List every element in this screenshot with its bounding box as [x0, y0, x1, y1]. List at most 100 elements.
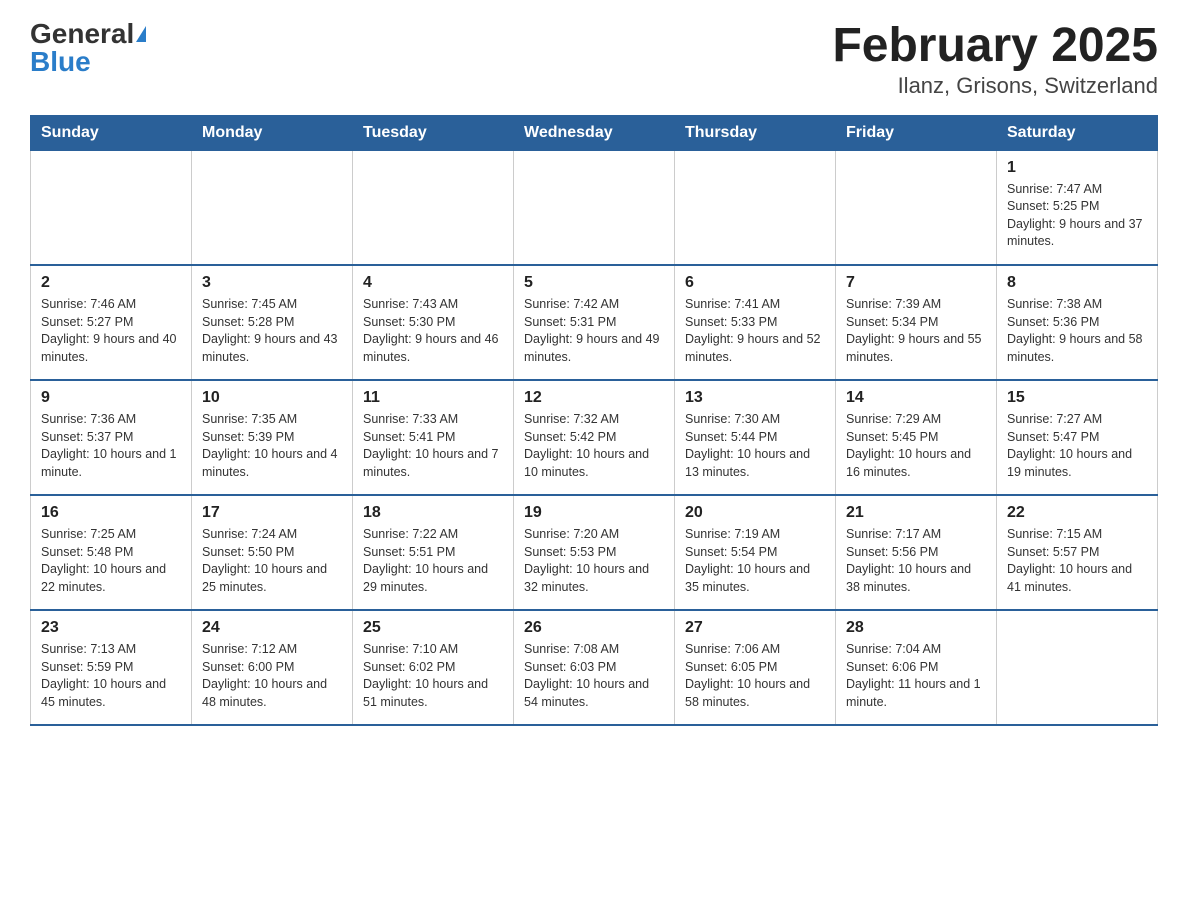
calendar-body: 1Sunrise: 7:47 AMSunset: 5:25 PMDaylight… [31, 150, 1158, 725]
day-info: Sunrise: 7:15 AMSunset: 5:57 PMDaylight:… [1007, 526, 1147, 596]
weekday-header-friday: Friday [836, 115, 997, 150]
logo-blue-text: Blue [30, 48, 91, 76]
day-number: 14 [846, 389, 986, 407]
calendar-cell: 19 Sunrise: 7:20 AMSunset: 5:53 PMDayligh… [514, 495, 675, 610]
day-info: Sunrise: 7:39 AMSunset: 5:34 PMDaylight:… [846, 296, 986, 366]
calendar-cell: 14 Sunrise: 7:29 AMSunset: 5:45 PMDayligh… [836, 380, 997, 495]
calendar-cell: 23 Sunrise: 7:13 AMSunset: 5:59 PMDayligh… [31, 610, 192, 725]
calendar-cell: 6 Sunrise: 7:41 AMSunset: 5:33 PMDaylight… [675, 265, 836, 380]
day-number: 4 [363, 274, 503, 292]
day-number: 26 [524, 619, 664, 637]
calendar-cell [353, 150, 514, 265]
calendar-cell: 12 Sunrise: 7:32 AMSunset: 5:42 PMDayligh… [514, 380, 675, 495]
calendar-week-row: 9 Sunrise: 7:36 AMSunset: 5:37 PMDaylight… [31, 380, 1158, 495]
weekday-header-wednesday: Wednesday [514, 115, 675, 150]
day-number: 20 [685, 504, 825, 522]
day-info: Sunrise: 7:35 AMSunset: 5:39 PMDaylight:… [202, 411, 342, 481]
weekday-header-monday: Monday [192, 115, 353, 150]
day-info: Sunrise: 7:30 AMSunset: 5:44 PMDaylight:… [685, 411, 825, 481]
logo-general-text: General [30, 20, 134, 48]
calendar-cell: 15 Sunrise: 7:27 AMSunset: 5:47 PMDayligh… [997, 380, 1158, 495]
day-info: Sunrise: 7:27 AMSunset: 5:47 PMDaylight:… [1007, 411, 1147, 481]
day-number: 18 [363, 504, 503, 522]
day-number: 16 [41, 504, 181, 522]
day-info: Sunrise: 7:13 AMSunset: 5:59 PMDaylight:… [41, 641, 181, 711]
day-info: Sunrise: 7:42 AMSunset: 5:31 PMDaylight:… [524, 296, 664, 366]
day-number: 23 [41, 619, 181, 637]
calendar-cell [675, 150, 836, 265]
calendar-table: SundayMondayTuesdayWednesdayThursdayFrid… [30, 115, 1158, 727]
calendar-cell: 2 Sunrise: 7:46 AMSunset: 5:27 PMDaylight… [31, 265, 192, 380]
weekday-header-sunday: Sunday [31, 115, 192, 150]
calendar-cell: 4Sunrise: 7:43 AMSunset: 5:30 PMDaylight… [353, 265, 514, 380]
calendar-cell [514, 150, 675, 265]
day-number: 19 [524, 504, 664, 522]
calendar-cell: 17 Sunrise: 7:24 AMSunset: 5:50 PMDayligh… [192, 495, 353, 610]
calendar-cell: 16 Sunrise: 7:25 AMSunset: 5:48 PMDayligh… [31, 495, 192, 610]
weekday-header-saturday: Saturday [997, 115, 1158, 150]
calendar-cell: 26 Sunrise: 7:08 AMSunset: 6:03 PMDayligh… [514, 610, 675, 725]
calendar-title-block: February 2025 Ilanz, Grisons, Switzerlan… [832, 20, 1158, 99]
day-info: Sunrise: 7:32 AMSunset: 5:42 PMDaylight:… [524, 411, 664, 481]
day-number: 3 [202, 274, 342, 292]
day-number: 2 [41, 274, 181, 292]
day-info: Sunrise: 7:36 AMSunset: 5:37 PMDaylight:… [41, 411, 181, 481]
day-info: Sunrise: 7:17 AMSunset: 5:56 PMDaylight:… [846, 526, 986, 596]
calendar-cell [192, 150, 353, 265]
day-info: Sunrise: 7:41 AMSunset: 5:33 PMDaylight:… [685, 296, 825, 366]
day-info: Sunrise: 7:33 AMSunset: 5:41 PMDaylight:… [363, 411, 503, 481]
calendar-cell: 9 Sunrise: 7:36 AMSunset: 5:37 PMDaylight… [31, 380, 192, 495]
weekday-header-tuesday: Tuesday [353, 115, 514, 150]
day-info: Sunrise: 7:08 AMSunset: 6:03 PMDaylight:… [524, 641, 664, 711]
day-number: 15 [1007, 389, 1147, 407]
calendar-title: February 2025 [832, 20, 1158, 73]
day-number: 22 [1007, 504, 1147, 522]
day-number: 5 [524, 274, 664, 292]
day-info: Sunrise: 7:46 AMSunset: 5:27 PMDaylight:… [41, 296, 181, 366]
weekday-header-row: SundayMondayTuesdayWednesdayThursdayFrid… [31, 115, 1158, 150]
calendar-week-row: 1Sunrise: 7:47 AMSunset: 5:25 PMDaylight… [31, 150, 1158, 265]
calendar-cell: 3 Sunrise: 7:45 AMSunset: 5:28 PMDaylight… [192, 265, 353, 380]
day-number: 17 [202, 504, 342, 522]
day-info: Sunrise: 7:20 AMSunset: 5:53 PMDaylight:… [524, 526, 664, 596]
logo: General Blue [30, 20, 146, 76]
day-number: 1 [1007, 159, 1147, 177]
day-number: 25 [363, 619, 503, 637]
day-info: Sunrise: 7:10 AMSunset: 6:02 PMDaylight:… [363, 641, 503, 711]
calendar-week-row: 16 Sunrise: 7:25 AMSunset: 5:48 PMDayligh… [31, 495, 1158, 610]
calendar-cell: 7Sunrise: 7:39 AMSunset: 5:34 PMDaylight… [836, 265, 997, 380]
calendar-cell: 1Sunrise: 7:47 AMSunset: 5:25 PMDaylight… [997, 150, 1158, 265]
calendar-subtitle: Ilanz, Grisons, Switzerland [832, 73, 1158, 99]
calendar-header: SundayMondayTuesdayWednesdayThursdayFrid… [31, 115, 1158, 150]
day-number: 9 [41, 389, 181, 407]
calendar-cell: 5 Sunrise: 7:42 AMSunset: 5:31 PMDaylight… [514, 265, 675, 380]
day-info: Sunrise: 7:12 AMSunset: 6:00 PMDaylight:… [202, 641, 342, 711]
calendar-cell [31, 150, 192, 265]
day-info: Sunrise: 7:06 AMSunset: 6:05 PMDaylight:… [685, 641, 825, 711]
calendar-cell: 27Sunrise: 7:06 AMSunset: 6:05 PMDayligh… [675, 610, 836, 725]
day-number: 21 [846, 504, 986, 522]
calendar-cell: 10Sunrise: 7:35 AMSunset: 5:39 PMDayligh… [192, 380, 353, 495]
day-number: 8 [1007, 274, 1147, 292]
day-info: Sunrise: 7:45 AMSunset: 5:28 PMDaylight:… [202, 296, 342, 366]
calendar-week-row: 23 Sunrise: 7:13 AMSunset: 5:59 PMDayligh… [31, 610, 1158, 725]
weekday-header-thursday: Thursday [675, 115, 836, 150]
calendar-cell: 13 Sunrise: 7:30 AMSunset: 5:44 PMDayligh… [675, 380, 836, 495]
calendar-week-row: 2 Sunrise: 7:46 AMSunset: 5:27 PMDaylight… [31, 265, 1158, 380]
day-number: 13 [685, 389, 825, 407]
calendar-cell: 22 Sunrise: 7:15 AMSunset: 5:57 PMDayligh… [997, 495, 1158, 610]
calendar-cell: 28Sunrise: 7:04 AMSunset: 6:06 PMDayligh… [836, 610, 997, 725]
day-info: Sunrise: 7:22 AMSunset: 5:51 PMDaylight:… [363, 526, 503, 596]
day-info: Sunrise: 7:19 AMSunset: 5:54 PMDaylight:… [685, 526, 825, 596]
calendar-cell [836, 150, 997, 265]
day-info: Sunrise: 7:24 AMSunset: 5:50 PMDaylight:… [202, 526, 342, 596]
page-header: General Blue February 2025 Ilanz, Grison… [30, 20, 1158, 99]
day-number: 12 [524, 389, 664, 407]
day-number: 6 [685, 274, 825, 292]
calendar-cell: 21 Sunrise: 7:17 AMSunset: 5:56 PMDayligh… [836, 495, 997, 610]
calendar-cell: 18 Sunrise: 7:22 AMSunset: 5:51 PMDayligh… [353, 495, 514, 610]
calendar-cell: 8Sunrise: 7:38 AMSunset: 5:36 PMDaylight… [997, 265, 1158, 380]
day-info: Sunrise: 7:29 AMSunset: 5:45 PMDaylight:… [846, 411, 986, 481]
logo-triangle-icon [136, 26, 146, 42]
day-info: Sunrise: 7:25 AMSunset: 5:48 PMDaylight:… [41, 526, 181, 596]
